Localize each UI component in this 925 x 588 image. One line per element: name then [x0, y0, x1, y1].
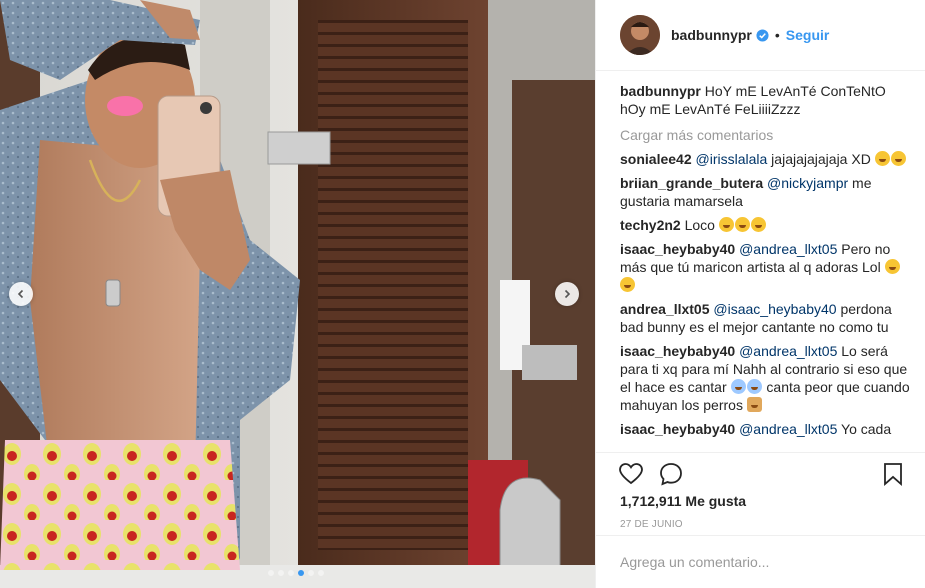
laughing-face-emoji-icon	[890, 151, 906, 166]
likes-number: 1,712,911	[620, 493, 682, 509]
add-comment-input[interactable]	[620, 551, 900, 573]
comment-username[interactable]: andrea_llxt05	[620, 301, 710, 317]
carousel-dot	[308, 570, 314, 576]
post-date: 27 DE JUNIO	[620, 519, 683, 530]
carousel-indicator	[268, 570, 324, 576]
avatar[interactable]	[620, 15, 660, 55]
follow-button[interactable]: Seguir	[786, 27, 830, 43]
comment-mention[interactable]: @andrea_llxt05	[739, 343, 837, 359]
comment-username[interactable]: isaac_heybaby40	[620, 343, 735, 359]
caption-username[interactable]: badbunnypr	[620, 83, 701, 99]
comment-text: Yo cada	[837, 421, 892, 437]
laughing-face-emoji-icon	[874, 151, 890, 166]
laughing-face-emoji-icon	[750, 217, 766, 232]
chevron-right-icon	[564, 289, 571, 299]
heart-icon[interactable]	[618, 461, 644, 487]
next-image-button[interactable]	[555, 282, 579, 306]
comment-item: isaac_heybaby40 @andrea_llxt05 Lo será p…	[620, 342, 910, 414]
comment-bubble-icon[interactable]	[658, 461, 684, 487]
comment-username[interactable]: isaac_heybaby40	[620, 241, 735, 257]
comment-mention[interactable]: @andrea_llxt05	[739, 241, 837, 257]
carousel-dot	[288, 570, 294, 576]
comment-item: isaac_heybaby40 @andrea_llxt05 Yo cada	[620, 420, 910, 438]
verified-badge-icon	[756, 28, 769, 42]
scream-face-emoji-icon	[730, 379, 746, 394]
separator-dot: •	[774, 27, 780, 43]
comment-thread: sonialee42 @irisslalala jajajajajajaja X…	[620, 150, 910, 438]
comment-item: andrea_llxt05 @isaac_heybaby40 perdona b…	[620, 300, 910, 336]
comments-list[interactable]: badbunnypr HoY mE LevAnTé ConTeNtO hOy m…	[620, 82, 910, 452]
dog-emoji-icon	[746, 397, 762, 412]
previous-image-button[interactable]	[9, 282, 33, 306]
carousel-dot	[268, 570, 274, 576]
carousel-dot	[278, 570, 284, 576]
comment-text: jajajajajajaja XD	[767, 151, 875, 167]
comment-mention[interactable]: @andrea_llxt05	[739, 421, 837, 437]
comment-username[interactable]: isaac_heybaby40	[620, 421, 735, 437]
comment-mention[interactable]: @irisslalala	[696, 151, 768, 167]
likes-label: Me gusta	[685, 493, 747, 509]
post-author-username[interactable]: badbunnypr	[671, 27, 752, 43]
post-caption: badbunnypr HoY mE LevAnTé ConTeNtO hOy m…	[620, 82, 910, 118]
carousel-dot	[318, 570, 324, 576]
laughing-face-emoji-icon	[620, 277, 635, 292]
comment-mention[interactable]: @isaac_heybaby40	[713, 301, 836, 317]
comment-username[interactable]: briian_grande_butera	[620, 175, 763, 191]
comment-item: briian_grande_butera @nickyjampr me gust…	[620, 174, 910, 210]
comment-item: isaac_heybaby40 @andrea_llxt05 Pero no m…	[620, 240, 910, 294]
comment-item: sonialee42 @irisslalala jajajajajajaja X…	[620, 150, 910, 168]
chevron-left-icon	[17, 289, 24, 299]
laughing-face-emoji-icon	[734, 217, 750, 232]
laughing-face-emoji-icon	[718, 217, 734, 232]
scream-face-emoji-icon	[746, 379, 762, 394]
carousel-dot	[298, 570, 304, 576]
laughing-face-emoji-icon	[884, 259, 900, 274]
load-more-comments-button[interactable]: Cargar más comentarios	[620, 126, 910, 144]
mirror-selfie-photo	[0, 0, 595, 588]
likes-count[interactable]: 1,712,911 Me gusta	[620, 493, 746, 509]
avatar-image	[620, 15, 660, 55]
bookmark-icon[interactable]	[880, 461, 906, 487]
comment-username[interactable]: sonialee42	[620, 151, 692, 167]
comment-text: Loco	[684, 217, 719, 233]
comment-username[interactable]: techy2n2	[620, 217, 681, 233]
add-comment-box	[596, 535, 925, 588]
comment-mention[interactable]: @nickyjampr	[767, 175, 848, 191]
comment-item: techy2n2 Loco	[620, 216, 910, 234]
post-sidebar: badbunnypr • Seguir badbunnypr HoY mE Le…	[595, 0, 925, 588]
post-photo[interactable]	[0, 0, 595, 588]
post-header: badbunnypr • Seguir	[596, 0, 925, 71]
